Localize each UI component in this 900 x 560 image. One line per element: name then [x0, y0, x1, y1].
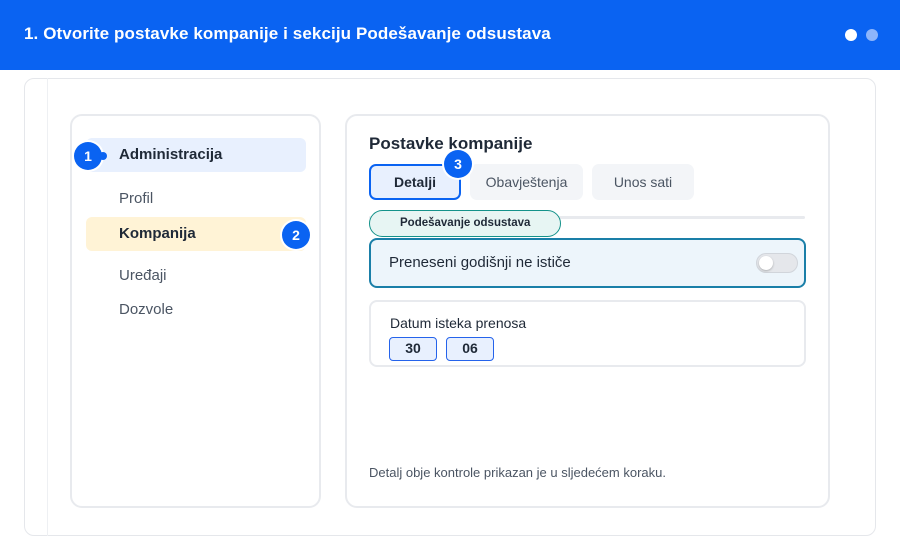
carryover-toggle-row[interactable]: Preneseni godišnji ne ističe — [369, 238, 806, 288]
instruction-header: 1. Otvorite postavke kompanije i sekciju… — [0, 0, 900, 70]
carryover-toggle-label: Preneseni godišnji ne ističe — [389, 254, 571, 271]
settings-sidebar: Administracija Profil Kompanija Uređaji … — [70, 114, 321, 508]
step-badge-2: 2 — [282, 221, 310, 249]
step-indicator — [845, 29, 878, 41]
sidebar-item-dozvole[interactable]: Dozvole — [86, 293, 306, 327]
step-badge-3: 3 — [444, 150, 472, 178]
sidebar-item-profil[interactable]: Profil — [86, 182, 306, 216]
expiry-date-label: Datum isteka prenosa — [390, 315, 527, 331]
frame-divider — [47, 78, 48, 536]
company-settings-panel: Postavke kompanije Detalji Obavještenja … — [345, 114, 830, 508]
sidebar-item-kompanija[interactable]: Kompanija — [86, 217, 306, 251]
panel-footnote: Detalj obje kontrole prikazan je u sljed… — [369, 465, 666, 480]
sidebar-item-label: Uređaji — [119, 267, 167, 284]
sidebar-item-label: Administracija — [119, 146, 223, 163]
section-label-leave-settings[interactable]: Podešavanje odsustava — [369, 210, 562, 237]
sidebar-item-label: Dozvole — [119, 301, 174, 318]
expiry-month-field[interactable]: 06 — [446, 337, 494, 361]
step-badge-1: 1 — [74, 142, 107, 170]
carryover-toggle-switch[interactable] — [756, 253, 798, 273]
tab-obavjestenja[interactable]: Obavještenja — [470, 164, 583, 200]
sidebar-item-administracija[interactable]: Administracija — [86, 138, 306, 172]
expiry-day-field[interactable]: 30 — [389, 337, 437, 361]
sidebar-item-uredjaji[interactable]: Uređaji — [86, 259, 306, 293]
sidebar-item-label: Kompanija — [119, 225, 196, 242]
tab-unos-sati[interactable]: Unos sati — [592, 164, 694, 200]
carryover-expiry-card: Datum isteka prenosa 30 06 — [369, 300, 806, 367]
step-dot-next — [866, 29, 878, 41]
step-dot-current — [845, 29, 857, 41]
sidebar-item-label: Profil — [119, 190, 154, 207]
instruction-title: 1. Otvorite postavke kompanije i sekciju… — [24, 24, 551, 43]
